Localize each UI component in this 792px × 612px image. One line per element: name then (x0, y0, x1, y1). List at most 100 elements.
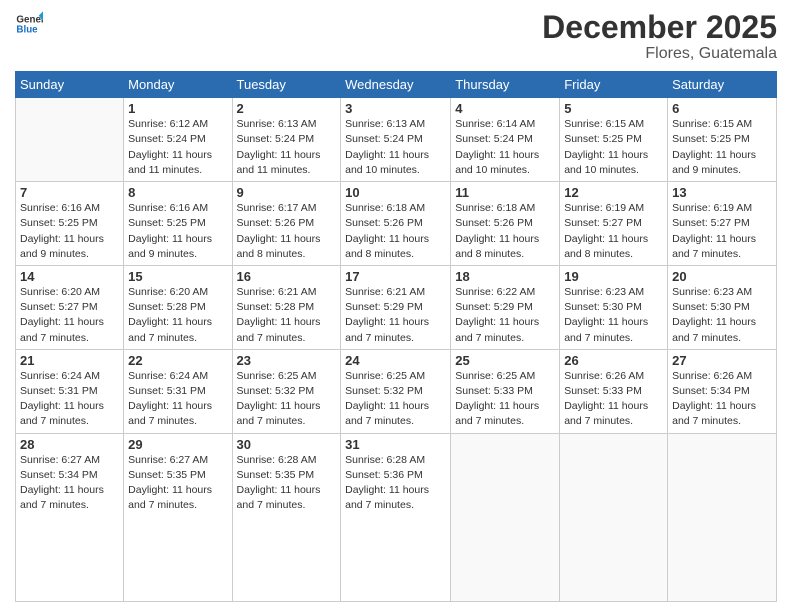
calendar-cell: 2Sunrise: 6:13 AMSunset: 5:24 PMDaylight… (232, 98, 341, 182)
day-number: 28 (20, 437, 119, 452)
day-number: 16 (237, 269, 337, 284)
day-info: Sunrise: 6:25 AMSunset: 5:32 PMDaylight:… (237, 369, 337, 430)
day-info: Sunrise: 6:25 AMSunset: 5:33 PMDaylight:… (455, 369, 555, 430)
calendar-cell: 20Sunrise: 6:23 AMSunset: 5:30 PMDayligh… (668, 265, 777, 349)
day-info: Sunrise: 6:15 AMSunset: 5:25 PMDaylight:… (564, 117, 663, 178)
calendar-cell: 10Sunrise: 6:18 AMSunset: 5:26 PMDayligh… (341, 182, 451, 266)
day-info: Sunrise: 6:20 AMSunset: 5:28 PMDaylight:… (128, 285, 227, 346)
day-info: Sunrise: 6:20 AMSunset: 5:27 PMDaylight:… (20, 285, 119, 346)
day-info: Sunrise: 6:22 AMSunset: 5:29 PMDaylight:… (455, 285, 555, 346)
day-info: Sunrise: 6:27 AMSunset: 5:35 PMDaylight:… (128, 453, 227, 514)
calendar-cell: 28Sunrise: 6:27 AMSunset: 5:34 PMDayligh… (16, 433, 124, 601)
calendar-day-header: Monday (124, 72, 232, 98)
day-number: 30 (237, 437, 337, 452)
calendar-day-header: Tuesday (232, 72, 341, 98)
calendar-day-header: Saturday (668, 72, 777, 98)
calendar-cell: 5Sunrise: 6:15 AMSunset: 5:25 PMDaylight… (560, 98, 668, 182)
calendar-cell: 18Sunrise: 6:22 AMSunset: 5:29 PMDayligh… (451, 265, 560, 349)
day-number: 11 (455, 185, 555, 200)
calendar-cell: 11Sunrise: 6:18 AMSunset: 5:26 PMDayligh… (451, 182, 560, 266)
calendar-cell: 7Sunrise: 6:16 AMSunset: 5:25 PMDaylight… (16, 182, 124, 266)
day-info: Sunrise: 6:24 AMSunset: 5:31 PMDaylight:… (128, 369, 227, 430)
day-info: Sunrise: 6:23 AMSunset: 5:30 PMDaylight:… (672, 285, 772, 346)
day-info: Sunrise: 6:25 AMSunset: 5:32 PMDaylight:… (345, 369, 446, 430)
calendar-header-row: SundayMondayTuesdayWednesdayThursdayFrid… (16, 72, 777, 98)
day-number: 2 (237, 101, 337, 116)
day-info: Sunrise: 6:16 AMSunset: 5:25 PMDaylight:… (20, 201, 119, 262)
day-info: Sunrise: 6:28 AMSunset: 5:35 PMDaylight:… (237, 453, 337, 514)
calendar-cell: 4Sunrise: 6:14 AMSunset: 5:24 PMDaylight… (451, 98, 560, 182)
calendar-cell: 3Sunrise: 6:13 AMSunset: 5:24 PMDaylight… (341, 98, 451, 182)
day-number: 21 (20, 353, 119, 368)
calendar-cell (560, 433, 668, 601)
day-info: Sunrise: 6:28 AMSunset: 5:36 PMDaylight:… (345, 453, 446, 514)
day-info: Sunrise: 6:17 AMSunset: 5:26 PMDaylight:… (237, 201, 337, 262)
day-info: Sunrise: 6:26 AMSunset: 5:34 PMDaylight:… (672, 369, 772, 430)
logo: General Blue (15, 10, 45, 38)
day-info: Sunrise: 6:24 AMSunset: 5:31 PMDaylight:… (20, 369, 119, 430)
day-number: 10 (345, 185, 446, 200)
calendar-cell: 31Sunrise: 6:28 AMSunset: 5:36 PMDayligh… (341, 433, 451, 601)
day-info: Sunrise: 6:23 AMSunset: 5:30 PMDaylight:… (564, 285, 663, 346)
day-info: Sunrise: 6:21 AMSunset: 5:28 PMDaylight:… (237, 285, 337, 346)
day-number: 7 (20, 185, 119, 200)
day-number: 18 (455, 269, 555, 284)
calendar-cell: 29Sunrise: 6:27 AMSunset: 5:35 PMDayligh… (124, 433, 232, 601)
calendar-cell (451, 433, 560, 601)
day-number: 23 (237, 353, 337, 368)
calendar-cell: 9Sunrise: 6:17 AMSunset: 5:26 PMDaylight… (232, 182, 341, 266)
day-number: 13 (672, 185, 772, 200)
calendar-cell: 6Sunrise: 6:15 AMSunset: 5:25 PMDaylight… (668, 98, 777, 182)
day-info: Sunrise: 6:13 AMSunset: 5:24 PMDaylight:… (345, 117, 446, 178)
day-number: 4 (455, 101, 555, 116)
day-info: Sunrise: 6:12 AMSunset: 5:24 PMDaylight:… (128, 117, 227, 178)
day-info: Sunrise: 6:26 AMSunset: 5:33 PMDaylight:… (564, 369, 663, 430)
page-subtitle: Flores, Guatemala (542, 45, 777, 63)
day-info: Sunrise: 6:19 AMSunset: 5:27 PMDaylight:… (672, 201, 772, 262)
calendar-day-header: Wednesday (341, 72, 451, 98)
calendar-cell: 26Sunrise: 6:26 AMSunset: 5:33 PMDayligh… (560, 349, 668, 433)
day-info: Sunrise: 6:14 AMSunset: 5:24 PMDaylight:… (455, 117, 555, 178)
calendar-cell: 24Sunrise: 6:25 AMSunset: 5:32 PMDayligh… (341, 349, 451, 433)
calendar-cell: 13Sunrise: 6:19 AMSunset: 5:27 PMDayligh… (668, 182, 777, 266)
svg-text:Blue: Blue (16, 24, 38, 35)
calendar-cell: 23Sunrise: 6:25 AMSunset: 5:32 PMDayligh… (232, 349, 341, 433)
page: General Blue December 2025 Flores, Guate… (0, 0, 792, 612)
calendar-table: SundayMondayTuesdayWednesdayThursdayFrid… (15, 71, 777, 602)
day-number: 8 (128, 185, 227, 200)
calendar-cell: 14Sunrise: 6:20 AMSunset: 5:27 PMDayligh… (16, 265, 124, 349)
logo-icon: General Blue (15, 10, 43, 38)
day-number: 9 (237, 185, 337, 200)
day-number: 3 (345, 101, 446, 116)
day-info: Sunrise: 6:18 AMSunset: 5:26 PMDaylight:… (455, 201, 555, 262)
calendar-cell: 17Sunrise: 6:21 AMSunset: 5:29 PMDayligh… (341, 265, 451, 349)
calendar-cell: 27Sunrise: 6:26 AMSunset: 5:34 PMDayligh… (668, 349, 777, 433)
day-info: Sunrise: 6:18 AMSunset: 5:26 PMDaylight:… (345, 201, 446, 262)
calendar-cell: 22Sunrise: 6:24 AMSunset: 5:31 PMDayligh… (124, 349, 232, 433)
calendar-cell: 25Sunrise: 6:25 AMSunset: 5:33 PMDayligh… (451, 349, 560, 433)
day-info: Sunrise: 6:16 AMSunset: 5:25 PMDaylight:… (128, 201, 227, 262)
day-info: Sunrise: 6:19 AMSunset: 5:27 PMDaylight:… (564, 201, 663, 262)
calendar-cell: 21Sunrise: 6:24 AMSunset: 5:31 PMDayligh… (16, 349, 124, 433)
calendar-day-header: Sunday (16, 72, 124, 98)
calendar-cell: 15Sunrise: 6:20 AMSunset: 5:28 PMDayligh… (124, 265, 232, 349)
day-number: 22 (128, 353, 227, 368)
page-title: December 2025 (542, 10, 777, 45)
calendar-day-header: Thursday (451, 72, 560, 98)
day-number: 27 (672, 353, 772, 368)
calendar-cell: 12Sunrise: 6:19 AMSunset: 5:27 PMDayligh… (560, 182, 668, 266)
calendar-cell: 16Sunrise: 6:21 AMSunset: 5:28 PMDayligh… (232, 265, 341, 349)
calendar-cell: 1Sunrise: 6:12 AMSunset: 5:24 PMDaylight… (124, 98, 232, 182)
day-number: 29 (128, 437, 227, 452)
day-number: 19 (564, 269, 663, 284)
calendar-cell: 30Sunrise: 6:28 AMSunset: 5:35 PMDayligh… (232, 433, 341, 601)
day-number: 24 (345, 353, 446, 368)
header: General Blue December 2025 Flores, Guate… (15, 10, 777, 63)
day-info: Sunrise: 6:13 AMSunset: 5:24 PMDaylight:… (237, 117, 337, 178)
day-number: 20 (672, 269, 772, 284)
day-number: 14 (20, 269, 119, 284)
day-info: Sunrise: 6:27 AMSunset: 5:34 PMDaylight:… (20, 453, 119, 514)
day-number: 15 (128, 269, 227, 284)
title-block: December 2025 Flores, Guatemala (542, 10, 777, 63)
calendar-cell (16, 98, 124, 182)
